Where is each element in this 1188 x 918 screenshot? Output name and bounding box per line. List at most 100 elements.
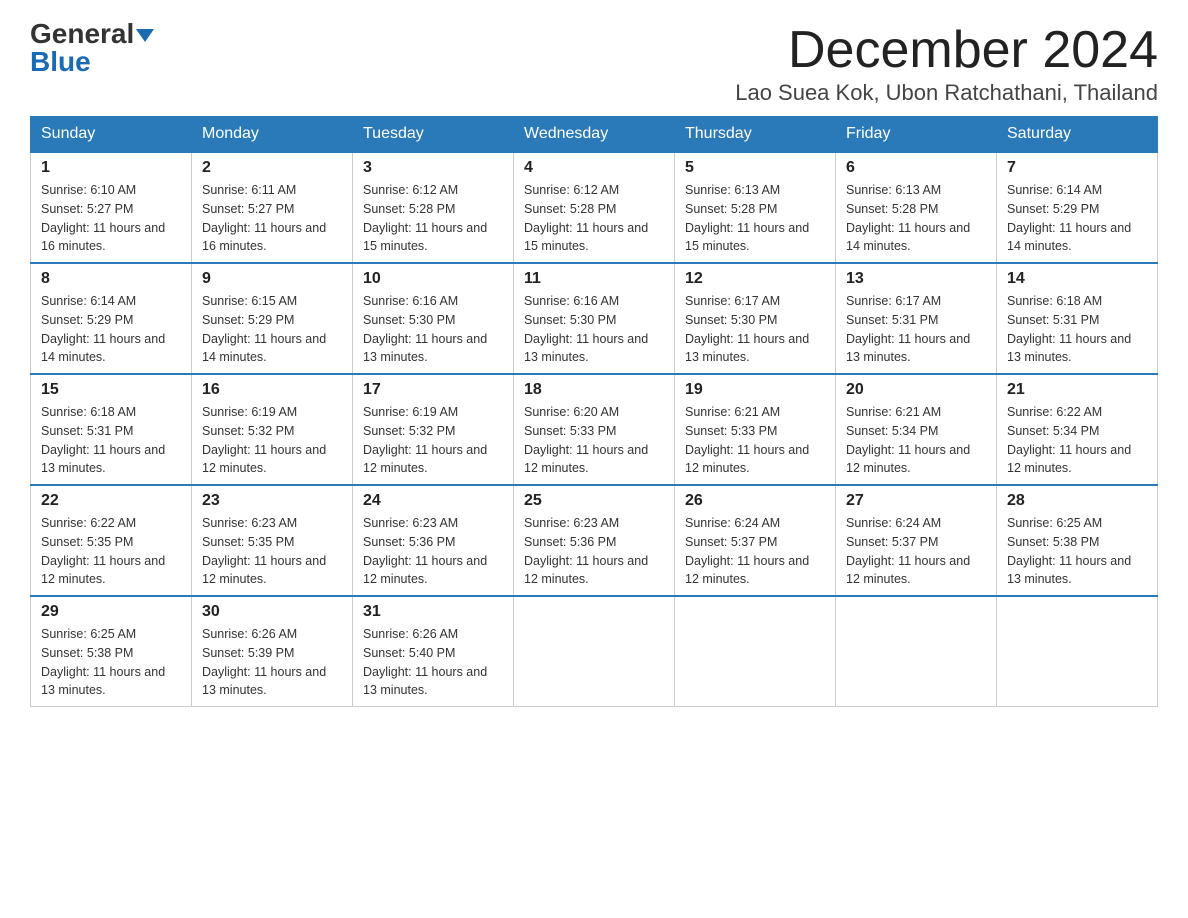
day-number: 31	[363, 603, 503, 621]
calendar-cell: 5 Sunrise: 6:13 AM Sunset: 5:28 PM Dayli…	[675, 152, 836, 263]
calendar-cell: 9 Sunrise: 6:15 AM Sunset: 5:29 PM Dayli…	[192, 263, 353, 374]
logo-line2: Blue	[30, 48, 91, 76]
day-info: Sunrise: 6:13 AM Sunset: 5:28 PM Dayligh…	[685, 181, 825, 256]
col-friday: Friday	[836, 117, 997, 153]
calendar-week-row: 8 Sunrise: 6:14 AM Sunset: 5:29 PM Dayli…	[31, 263, 1158, 374]
day-number: 14	[1007, 270, 1147, 288]
day-info: Sunrise: 6:18 AM Sunset: 5:31 PM Dayligh…	[1007, 292, 1147, 367]
day-number: 29	[41, 603, 181, 621]
calendar-cell: 6 Sunrise: 6:13 AM Sunset: 5:28 PM Dayli…	[836, 152, 997, 263]
calendar-cell: 7 Sunrise: 6:14 AM Sunset: 5:29 PM Dayli…	[997, 152, 1158, 263]
calendar-cell: 27 Sunrise: 6:24 AM Sunset: 5:37 PM Dayl…	[836, 485, 997, 596]
day-number: 16	[202, 381, 342, 399]
day-number: 18	[524, 381, 664, 399]
calendar-week-row: 1 Sunrise: 6:10 AM Sunset: 5:27 PM Dayli…	[31, 152, 1158, 263]
day-number: 30	[202, 603, 342, 621]
col-saturday: Saturday	[997, 117, 1158, 153]
day-number: 4	[524, 159, 664, 177]
day-info: Sunrise: 6:21 AM Sunset: 5:34 PM Dayligh…	[846, 403, 986, 478]
day-number: 17	[363, 381, 503, 399]
day-info: Sunrise: 6:10 AM Sunset: 5:27 PM Dayligh…	[41, 181, 181, 256]
day-number: 28	[1007, 492, 1147, 510]
calendar-cell: 11 Sunrise: 6:16 AM Sunset: 5:30 PM Dayl…	[514, 263, 675, 374]
calendar-cell: 20 Sunrise: 6:21 AM Sunset: 5:34 PM Dayl…	[836, 374, 997, 485]
day-info: Sunrise: 6:14 AM Sunset: 5:29 PM Dayligh…	[41, 292, 181, 367]
logo-line1: General	[30, 20, 154, 48]
day-info: Sunrise: 6:12 AM Sunset: 5:28 PM Dayligh…	[524, 181, 664, 256]
month-title: December 2024	[735, 20, 1158, 80]
logo: General Blue	[30, 20, 154, 76]
col-sunday: Sunday	[31, 117, 192, 153]
calendar-cell: 17 Sunrise: 6:19 AM Sunset: 5:32 PM Dayl…	[353, 374, 514, 485]
day-info: Sunrise: 6:11 AM Sunset: 5:27 PM Dayligh…	[202, 181, 342, 256]
day-info: Sunrise: 6:13 AM Sunset: 5:28 PM Dayligh…	[846, 181, 986, 256]
calendar-table: Sunday Monday Tuesday Wednesday Thursday…	[30, 116, 1158, 707]
day-info: Sunrise: 6:26 AM Sunset: 5:39 PM Dayligh…	[202, 625, 342, 700]
day-info: Sunrise: 6:19 AM Sunset: 5:32 PM Dayligh…	[202, 403, 342, 478]
day-info: Sunrise: 6:18 AM Sunset: 5:31 PM Dayligh…	[41, 403, 181, 478]
day-number: 27	[846, 492, 986, 510]
calendar-cell: 8 Sunrise: 6:14 AM Sunset: 5:29 PM Dayli…	[31, 263, 192, 374]
calendar-cell: 22 Sunrise: 6:22 AM Sunset: 5:35 PM Dayl…	[31, 485, 192, 596]
col-wednesday: Wednesday	[514, 117, 675, 153]
col-thursday: Thursday	[675, 117, 836, 153]
day-number: 24	[363, 492, 503, 510]
calendar-cell: 16 Sunrise: 6:19 AM Sunset: 5:32 PM Dayl…	[192, 374, 353, 485]
calendar-cell	[675, 596, 836, 707]
day-info: Sunrise: 6:24 AM Sunset: 5:37 PM Dayligh…	[685, 514, 825, 589]
calendar-cell: 12 Sunrise: 6:17 AM Sunset: 5:30 PM Dayl…	[675, 263, 836, 374]
day-number: 3	[363, 159, 503, 177]
day-number: 13	[846, 270, 986, 288]
calendar-cell: 31 Sunrise: 6:26 AM Sunset: 5:40 PM Dayl…	[353, 596, 514, 707]
day-number: 8	[41, 270, 181, 288]
day-info: Sunrise: 6:25 AM Sunset: 5:38 PM Dayligh…	[41, 625, 181, 700]
calendar-week-row: 15 Sunrise: 6:18 AM Sunset: 5:31 PM Dayl…	[31, 374, 1158, 485]
day-number: 12	[685, 270, 825, 288]
day-info: Sunrise: 6:17 AM Sunset: 5:31 PM Dayligh…	[846, 292, 986, 367]
day-info: Sunrise: 6:23 AM Sunset: 5:36 PM Dayligh…	[524, 514, 664, 589]
day-number: 5	[685, 159, 825, 177]
col-monday: Monday	[192, 117, 353, 153]
day-number: 10	[363, 270, 503, 288]
day-number: 11	[524, 270, 664, 288]
day-info: Sunrise: 6:17 AM Sunset: 5:30 PM Dayligh…	[685, 292, 825, 367]
day-number: 22	[41, 492, 181, 510]
day-number: 19	[685, 381, 825, 399]
calendar-cell: 2 Sunrise: 6:11 AM Sunset: 5:27 PM Dayli…	[192, 152, 353, 263]
day-number: 26	[685, 492, 825, 510]
day-info: Sunrise: 6:20 AM Sunset: 5:33 PM Dayligh…	[524, 403, 664, 478]
calendar-cell	[836, 596, 997, 707]
day-info: Sunrise: 6:12 AM Sunset: 5:28 PM Dayligh…	[363, 181, 503, 256]
calendar-cell: 1 Sunrise: 6:10 AM Sunset: 5:27 PM Dayli…	[31, 152, 192, 263]
calendar-cell: 4 Sunrise: 6:12 AM Sunset: 5:28 PM Dayli…	[514, 152, 675, 263]
calendar-cell	[514, 596, 675, 707]
day-info: Sunrise: 6:21 AM Sunset: 5:33 PM Dayligh…	[685, 403, 825, 478]
calendar-cell: 3 Sunrise: 6:12 AM Sunset: 5:28 PM Dayli…	[353, 152, 514, 263]
day-number: 25	[524, 492, 664, 510]
day-number: 9	[202, 270, 342, 288]
calendar-cell: 23 Sunrise: 6:23 AM Sunset: 5:35 PM Dayl…	[192, 485, 353, 596]
calendar-cell	[997, 596, 1158, 707]
calendar-cell: 13 Sunrise: 6:17 AM Sunset: 5:31 PM Dayl…	[836, 263, 997, 374]
calendar-cell: 21 Sunrise: 6:22 AM Sunset: 5:34 PM Dayl…	[997, 374, 1158, 485]
calendar-cell: 10 Sunrise: 6:16 AM Sunset: 5:30 PM Dayl…	[353, 263, 514, 374]
page-header: General Blue December 2024 Lao Suea Kok,…	[30, 20, 1158, 106]
calendar-header-row: Sunday Monday Tuesday Wednesday Thursday…	[31, 117, 1158, 153]
day-info: Sunrise: 6:24 AM Sunset: 5:37 PM Dayligh…	[846, 514, 986, 589]
day-info: Sunrise: 6:25 AM Sunset: 5:38 PM Dayligh…	[1007, 514, 1147, 589]
day-info: Sunrise: 6:22 AM Sunset: 5:34 PM Dayligh…	[1007, 403, 1147, 478]
col-tuesday: Tuesday	[353, 117, 514, 153]
day-number: 2	[202, 159, 342, 177]
day-number: 21	[1007, 381, 1147, 399]
location-title: Lao Suea Kok, Ubon Ratchathani, Thailand	[735, 80, 1158, 106]
calendar-cell: 29 Sunrise: 6:25 AM Sunset: 5:38 PM Dayl…	[31, 596, 192, 707]
calendar-cell: 15 Sunrise: 6:18 AM Sunset: 5:31 PM Dayl…	[31, 374, 192, 485]
day-info: Sunrise: 6:22 AM Sunset: 5:35 PM Dayligh…	[41, 514, 181, 589]
calendar-week-row: 22 Sunrise: 6:22 AM Sunset: 5:35 PM Dayl…	[31, 485, 1158, 596]
calendar-week-row: 29 Sunrise: 6:25 AM Sunset: 5:38 PM Dayl…	[31, 596, 1158, 707]
calendar-cell: 24 Sunrise: 6:23 AM Sunset: 5:36 PM Dayl…	[353, 485, 514, 596]
day-number: 23	[202, 492, 342, 510]
day-number: 15	[41, 381, 181, 399]
calendar-cell: 14 Sunrise: 6:18 AM Sunset: 5:31 PM Dayl…	[997, 263, 1158, 374]
day-info: Sunrise: 6:19 AM Sunset: 5:32 PM Dayligh…	[363, 403, 503, 478]
